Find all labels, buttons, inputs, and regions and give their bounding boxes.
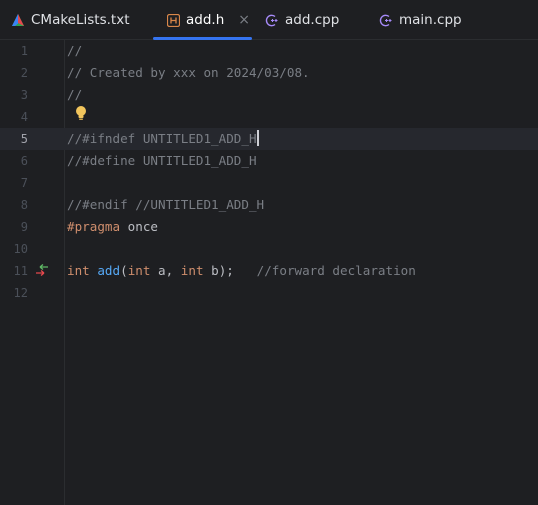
code-line[interactable]: 12 <box>0 282 538 304</box>
tab-main-cpp[interactable]: main.cpp <box>378 0 462 40</box>
line-number: 10 <box>13 242 28 256</box>
code-line[interactable]: 9 #pragma once <box>0 216 538 238</box>
keyword-token: int <box>180 263 204 278</box>
code-line[interactable]: 3 // <box>0 84 538 106</box>
keyword-token: int <box>67 263 90 278</box>
code-line[interactable]: 8 //#endif //UNTITLED1_ADD_H <box>0 194 538 216</box>
code-text: //#define UNTITLED1_ADD_H <box>67 153 257 168</box>
code-line[interactable]: 2 // Created by xxx on 2024/03/08. <box>0 62 538 84</box>
code-line[interactable]: 6 //#define UNTITLED1_ADD_H <box>0 150 538 172</box>
function-token: add <box>97 263 121 278</box>
keyword-token: #pragma <box>67 219 121 234</box>
cpp-file-icon <box>378 13 393 28</box>
code-line-current[interactable]: 5 //#ifndef UNTITLED1_ADD_H <box>0 128 538 150</box>
tab-label: CMakeLists.txt <box>31 12 130 28</box>
tab-label: main.cpp <box>399 12 462 28</box>
text-caret <box>256 130 259 146</box>
code-text: //#ifndef UNTITLED1_ADD_H <box>67 128 259 150</box>
plain-token: a, <box>150 263 181 278</box>
plain-token: once <box>120 219 158 234</box>
close-icon[interactable]: × <box>238 13 250 27</box>
line-number: 9 <box>20 220 28 234</box>
code-text: // Created by xxx on 2024/03/08. <box>67 65 310 80</box>
plain-token: b); <box>203 263 257 278</box>
comment-token: //forward declaration <box>256 263 416 278</box>
tab-cmakelists[interactable]: CMakeLists.txt <box>11 0 130 40</box>
keyword-token: int <box>127 263 151 278</box>
code-text: // <box>67 87 83 102</box>
tab-label: add.cpp <box>285 12 340 28</box>
code-text: //#endif //UNTITLED1_ADD_H <box>67 197 265 212</box>
line-number: 8 <box>20 198 28 212</box>
header-file-icon <box>167 13 180 27</box>
plain-token: ( <box>120 263 128 278</box>
line-number: 11 <box>13 264 28 278</box>
code-text: int add(int a, int b); //forward declara… <box>67 260 416 282</box>
code-editor[interactable]: 1 // 2 // Created by xxx on 2024/03/08. … <box>0 40 538 505</box>
code-line[interactable]: 10 <box>0 238 538 260</box>
tab-label: add.h <box>186 12 225 28</box>
line-number: 1 <box>20 44 28 58</box>
comment-token: //#ifndef UNTITLED1_ADD_H <box>67 131 257 146</box>
line-number: 5 <box>20 132 28 146</box>
line-number: 4 <box>20 110 28 124</box>
line-number: 7 <box>20 176 28 190</box>
tab-add-cpp[interactable]: add.cpp <box>264 0 339 40</box>
code-line[interactable]: 7 <box>0 172 538 194</box>
editor-tab-bar: CMakeLists.txt add.h × add.cpp main.cpp <box>0 0 538 40</box>
implementation-arrows-icon[interactable] <box>34 263 50 283</box>
line-number: 6 <box>20 154 28 168</box>
line-number: 12 <box>13 286 28 300</box>
line-number: 3 <box>20 88 28 102</box>
code-text: #pragma once <box>67 216 158 238</box>
lightbulb-icon[interactable] <box>75 105 87 125</box>
code-line[interactable]: 11 int add(int a, int b); //forward decl… <box>0 260 538 282</box>
line-number: 2 <box>20 66 28 80</box>
tab-add-h[interactable]: add.h × <box>167 0 250 40</box>
code-line[interactable]: 1 // <box>0 40 538 62</box>
cpp-file-icon <box>264 13 279 28</box>
code-text: // <box>67 43 83 58</box>
cmake-icon <box>11 13 25 27</box>
